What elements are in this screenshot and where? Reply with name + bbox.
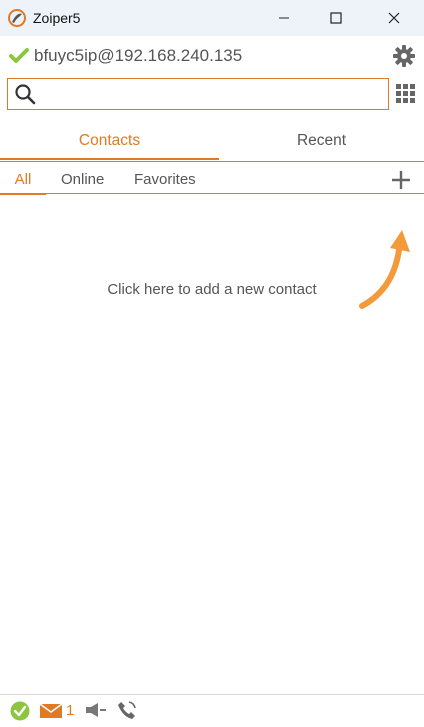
message-count: 1: [66, 702, 75, 719]
tab-recent[interactable]: Recent: [219, 130, 424, 158]
speaker-icon[interactable]: [85, 702, 107, 718]
minimize-button[interactable]: [256, 0, 312, 36]
dialpad-icon[interactable]: [396, 84, 416, 104]
window-title: Zoiper5: [33, 10, 81, 26]
add-contact-button[interactable]: [389, 168, 413, 192]
plus-icon: [392, 171, 410, 189]
search-input[interactable]: [44, 81, 384, 107]
filter-divider: [0, 193, 424, 194]
add-contact-hint[interactable]: Click here to add a new contact: [0, 281, 424, 298]
tabs-divider: [0, 161, 424, 162]
gear-icon[interactable]: [392, 44, 416, 68]
envelope-icon[interactable]: [40, 703, 62, 719]
minimize-icon: [279, 17, 289, 19]
account-address: bfuyc5ip@192.168.240.135: [34, 46, 243, 65]
filter-online[interactable]: Online: [61, 171, 104, 189]
maximize-icon: [330, 12, 342, 24]
close-icon: [388, 12, 400, 24]
close-button[interactable]: [366, 0, 422, 36]
zoiper-logo-icon: [8, 9, 26, 27]
phone-icon[interactable]: [117, 700, 137, 720]
tab-contacts[interactable]: Contacts: [0, 130, 219, 160]
search-box[interactable]: [7, 78, 389, 110]
account-row: bfuyc5ip@192.168.240.135: [0, 40, 424, 72]
statusbar-divider: [0, 694, 424, 695]
check-circle-icon[interactable]: [10, 701, 30, 721]
filter-all[interactable]: All: [0, 171, 46, 195]
maximize-button[interactable]: [308, 0, 364, 36]
add-contact-hint-text: Click here to add a new contact: [107, 281, 317, 298]
filter-favorites[interactable]: Favorites: [134, 171, 196, 189]
check-icon: [9, 48, 29, 63]
search-icon: [15, 84, 36, 105]
